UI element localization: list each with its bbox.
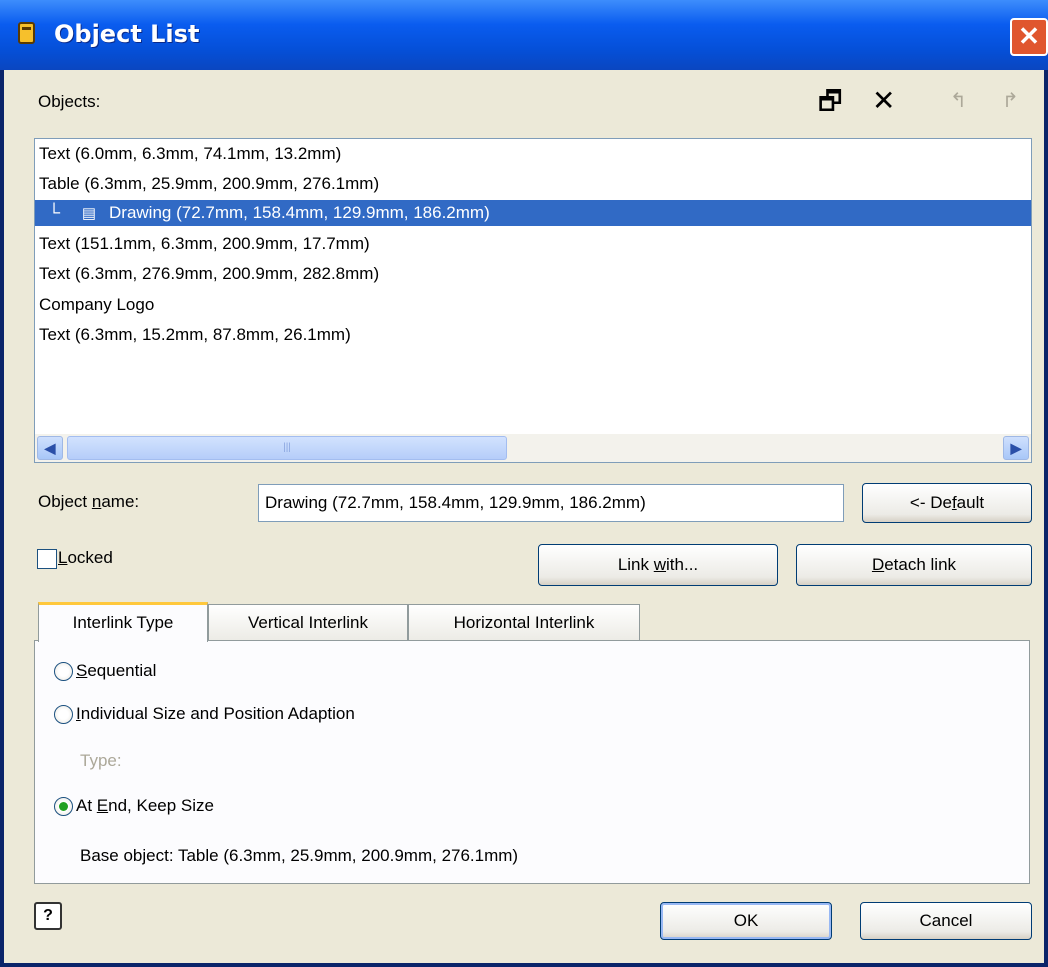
close-button[interactable]: ✕ — [1010, 18, 1048, 56]
help-icon[interactable]: ? — [34, 902, 62, 930]
ok-button[interactable]: OK — [660, 902, 832, 940]
locked-label[interactable]: Locked — [58, 548, 113, 568]
horizontal-scrollbar[interactable]: ◀ ||| ▶ — [35, 434, 1031, 462]
tab-interlink-type[interactable]: Interlink Type — [38, 602, 208, 642]
base-object-text: Base object: Table (6.3mm, 25.9mm, 200.9… — [80, 846, 519, 865]
tab-vertical-interlink[interactable]: Vertical Interlink — [208, 604, 408, 641]
scroll-right-icon[interactable]: ▶ — [1003, 436, 1029, 460]
drawing-icon: ▤ — [81, 205, 97, 222]
list-item-label: Drawing (72.7mm, 158.4mm, 129.9mm, 186.2… — [109, 203, 490, 222]
link-with-button[interactable]: Link with... — [538, 544, 778, 586]
tree-connector-icon: └ — [47, 203, 61, 222]
list-item-selected[interactable]: └ ▤ Drawing (72.7mm, 158.4mm, 129.9mm, 186… — [35, 200, 1031, 226]
list-item[interactable]: Company Logo — [39, 292, 154, 318]
delete-icon[interactable]: ✕ — [872, 86, 895, 116]
object-name-input[interactable]: Drawing (72.7mm, 158.4mm, 129.9mm, 186.2… — [258, 484, 844, 522]
app-icon — [18, 22, 35, 44]
objects-label: Objects: — [38, 92, 101, 111]
cancel-button[interactable]: Cancel — [860, 902, 1032, 940]
list-item[interactable]: Text (6.0mm, 6.3mm, 74.1mm, 13.2mm) — [39, 141, 341, 167]
detach-link-button[interactable]: Detach link — [796, 544, 1032, 586]
object-list-window: Object List ✕ Objects: 🗗 ✕ ↰ ↱ Text (6.0… — [0, 0, 1048, 967]
list-item[interactable]: Text (6.3mm, 276.9mm, 200.9mm, 282.8mm) — [39, 261, 379, 287]
object-name-label: Object name: — [38, 492, 140, 511]
list-item[interactable]: Text (6.3mm, 15.2mm, 87.8mm, 26.1mm) — [39, 322, 351, 348]
individual-size-label[interactable]: Individual Size and Position Adaption — [76, 704, 355, 724]
objects-listbox[interactable]: Text (6.0mm, 6.3mm, 74.1mm, 13.2mm) Tabl… — [34, 138, 1032, 463]
default-button[interactable]: <- Default — [862, 483, 1032, 523]
move-down-icon: ↱ — [1002, 90, 1019, 112]
sequential-radio[interactable] — [54, 662, 73, 681]
at-end-keep-size-radio[interactable] — [54, 797, 73, 816]
list-item[interactable]: Text (151.1mm, 6.3mm, 200.9mm, 17.7mm) — [39, 231, 370, 257]
at-end-keep-size-label[interactable]: At End, Keep Size — [76, 796, 214, 816]
properties-icon[interactable]: 🗗 — [818, 86, 842, 116]
tab-horizontal-interlink[interactable]: Horizontal Interlink — [408, 604, 640, 641]
window-title: Object List — [54, 20, 200, 48]
type-label: Type: — [80, 751, 122, 770]
scroll-thumb[interactable]: ||| — [67, 436, 507, 460]
list-item[interactable]: Table (6.3mm, 25.9mm, 200.9mm, 276.1mm) — [39, 171, 379, 197]
title-bar[interactable]: Object List ✕ — [0, 0, 1048, 70]
individual-size-radio[interactable] — [54, 705, 73, 724]
scroll-left-icon[interactable]: ◀ — [37, 436, 63, 460]
locked-checkbox[interactable] — [37, 549, 57, 569]
move-up-icon: ↰ — [950, 90, 967, 112]
sequential-label[interactable]: Sequential — [76, 661, 156, 681]
